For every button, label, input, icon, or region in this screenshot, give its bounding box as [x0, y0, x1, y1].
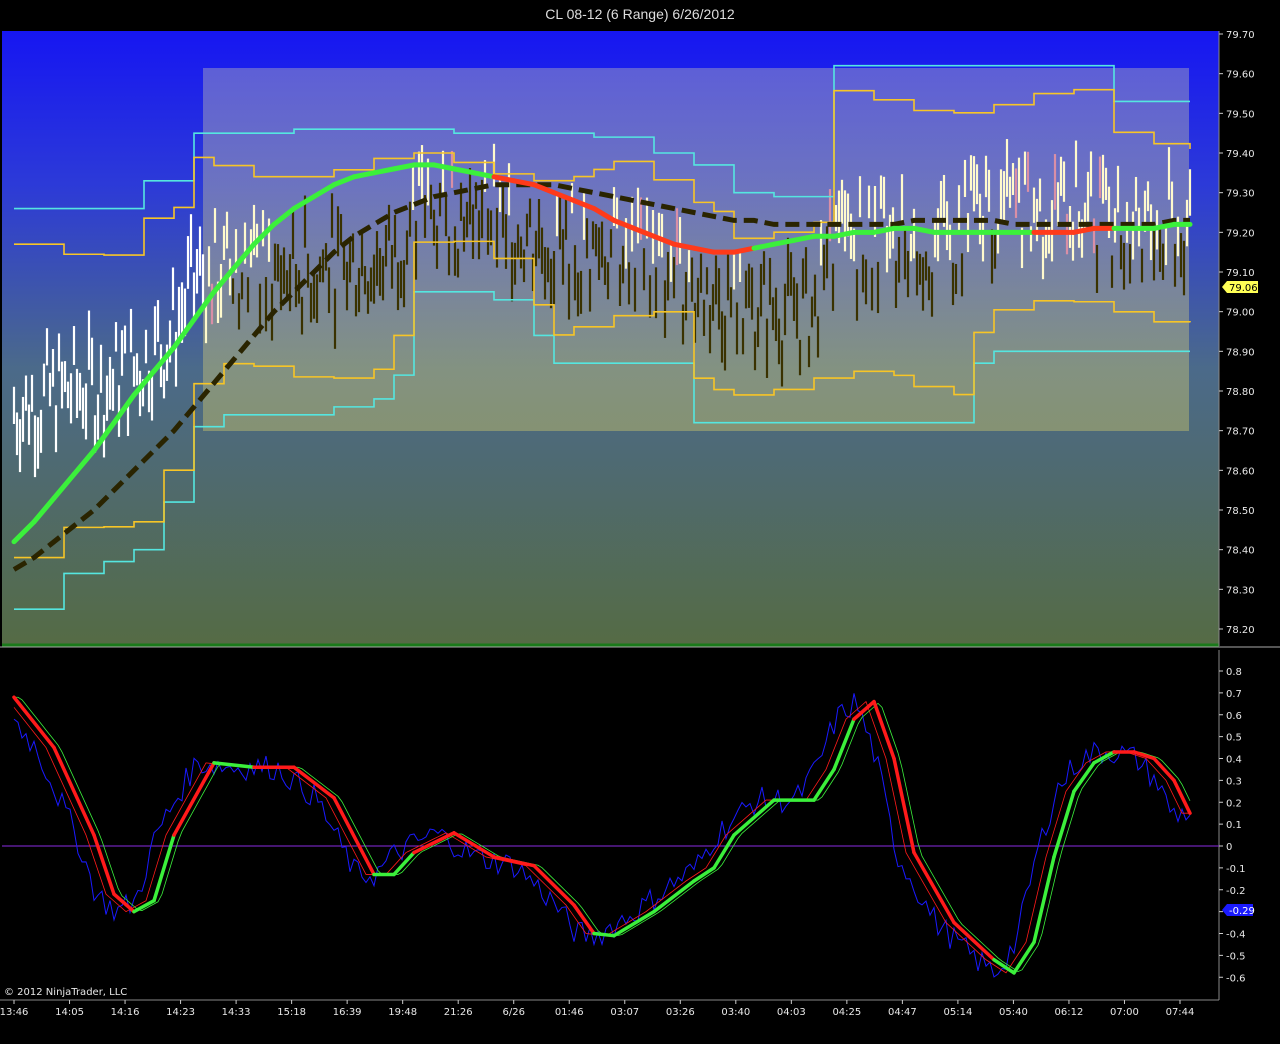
copyright-text: © 2012 NinjaTrader, LLC: [4, 987, 127, 998]
osc-signal-segment: [452, 831, 496, 859]
osc-signal-segment: [1032, 855, 1056, 944]
osc-signal-segment: [52, 745, 96, 837]
price-tick-label: 79.20: [1226, 228, 1255, 239]
price-tick-label: 79.40: [1226, 149, 1255, 160]
price-tick-label: 78.90: [1226, 347, 1255, 358]
time-tick-label: 07:00: [1110, 1007, 1139, 1018]
price-tick-label: 79.30: [1226, 189, 1255, 200]
osc-signal-segment: [1052, 789, 1076, 859]
osc-signal-segment: [392, 850, 416, 877]
osc-mid-line: [14, 696, 1191, 973]
price-last-value: 79.06: [1229, 283, 1258, 294]
time-tick-label: 6/26: [502, 1007, 524, 1018]
time-axis-ticks: 13:46 14:05 14:16 14:23 14:33 15:18 16:39 19:48…: [0, 1000, 1194, 1018]
osc-signal-segment: [412, 831, 456, 855]
osc-signal-segment: [712, 833, 736, 870]
osc-tick-label: -0.2: [1226, 886, 1246, 897]
osc-signal-segment: [492, 855, 536, 868]
price-tick-label: 78.40: [1226, 546, 1255, 557]
osc-signal-segment: [872, 699, 896, 761]
time-tick-label: 04:47: [888, 1007, 917, 1018]
time-tick-label: 03:26: [666, 1007, 695, 1018]
time-tick-label: 14:05: [55, 1007, 84, 1018]
time-tick-label: 03:07: [610, 1007, 639, 1018]
osc-signal-segment: [1012, 940, 1036, 975]
price-tick-label: 78.20: [1226, 625, 1255, 636]
price-tick-label: 78.80: [1226, 387, 1255, 398]
time-tick-label: 19:48: [388, 1007, 417, 1018]
osc-signal-segment: [612, 909, 656, 938]
osc-fast-line: [13, 700, 1190, 974]
osc-last-value: -0.29: [1229, 906, 1255, 917]
osc-signal-segment: [1072, 761, 1096, 794]
time-tick-label: 04:25: [832, 1007, 861, 1018]
osc-signal-segment: [832, 717, 856, 772]
time-tick-label: 06:12: [1055, 1007, 1084, 1018]
osc-tick-label: 0.6: [1226, 711, 1242, 722]
osc-signal-segment: [952, 920, 996, 962]
osc-tick-label: -0.5: [1226, 951, 1246, 962]
osc-signal-segment: [1152, 756, 1176, 783]
time-tick-label: 16:39: [333, 1007, 362, 1018]
osc-tick-label: 0.3: [1226, 776, 1242, 787]
osc-signal-segment: [532, 863, 576, 907]
osc-tick-label: -0.4: [1226, 930, 1246, 941]
price-tick-label: 79.60: [1226, 70, 1255, 81]
osc-tick-label: 0: [1226, 842, 1232, 853]
time-tick-label: 21:26: [444, 1007, 473, 1018]
osc-signal-segment: [992, 958, 1016, 975]
osc-signal-segment: [152, 833, 176, 903]
osc-signal-segment: [892, 756, 916, 855]
osc-tick-label: -0.1: [1226, 864, 1246, 875]
price-tick-label: 79.50: [1226, 109, 1255, 120]
price-last-tag: 79.06: [1222, 281, 1258, 294]
price-tick-label: 79.10: [1226, 268, 1255, 279]
time-tick-label: 07:44: [1166, 1007, 1195, 1018]
price-tick-label: 78.70: [1226, 427, 1255, 438]
time-tick-label: 15:18: [277, 1007, 306, 1018]
osc-signal-segment: [92, 833, 116, 896]
price-tick-label: 78.50: [1226, 506, 1255, 517]
osc-signal-segment: [692, 866, 716, 883]
osc-tick-label: 0.1: [1226, 820, 1242, 831]
time-tick-label: 05:14: [943, 1007, 972, 1018]
chart-canvas[interactable]: 79.70 79.60 79.50 79.40 79.30 79.20 79.10 79.00…: [0, 0, 1280, 1044]
oscillator-layer: [12, 693, 1192, 978]
osc-signal-segment: [132, 898, 156, 914]
osc-signal-segment: [912, 850, 956, 925]
time-tick-label: 14:16: [111, 1007, 140, 1018]
price-tick-label: 79.00: [1226, 308, 1255, 319]
osc-tick-label: 0.8: [1226, 667, 1242, 678]
price-tick-label: 79.70: [1226, 30, 1255, 41]
time-tick-label: 01:46: [555, 1007, 584, 1018]
osc-signal-segment: [812, 767, 836, 802]
time-tick-label: 14:33: [222, 1007, 251, 1018]
price-tick-label: 78.60: [1226, 466, 1255, 477]
osc-tick-label: 0.5: [1226, 733, 1242, 744]
price-tick-label: 78.30: [1226, 585, 1255, 596]
time-tick-label: 14:23: [166, 1007, 195, 1018]
osc-axis-ticks: 0.80.70.60.50.40.30.20.10-0.1-0.2-0.3-0.…: [1219, 667, 1246, 984]
time-tick-label: 03:40: [721, 1007, 750, 1018]
time-tick-label: 05:40: [999, 1007, 1028, 1018]
osc-tick-label: 0.7: [1226, 689, 1242, 700]
time-tick-label: 04:03: [777, 1007, 806, 1018]
osc-tick-label: -0.6: [1226, 973, 1246, 984]
osc-tick-label: 0.4: [1226, 755, 1242, 766]
time-tick-label: 13:46: [0, 1007, 28, 1018]
osc-tick-label: 0.2: [1226, 798, 1242, 809]
price-axis-ticks: 79.70 79.60 79.50 79.40 79.30 79.20 79.10 79.00…: [1219, 30, 1255, 636]
osc-signal-segment: [592, 931, 616, 938]
osc-last-tag: -0.29: [1222, 904, 1255, 917]
